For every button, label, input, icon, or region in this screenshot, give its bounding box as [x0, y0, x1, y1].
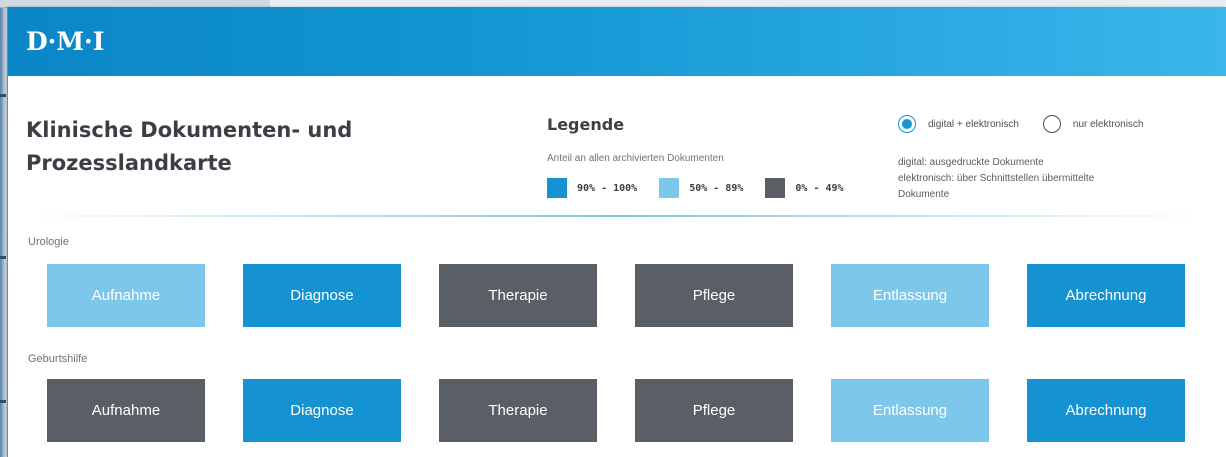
legend-title: Legende — [547, 115, 625, 134]
process-tile-pflege[interactable]: Pflege — [635, 379, 793, 442]
process-tile-diagnose[interactable]: Diagnose — [243, 379, 401, 442]
department-label-urologie: Urologie — [28, 236, 69, 248]
background-edge-mark — [0, 400, 6, 403]
radio-label-nur-elektronisch[interactable]: nur elektronisch — [1073, 119, 1144, 130]
page-title-line-2: Prozesslandkarte — [26, 151, 232, 175]
radio-button-unchecked-icon[interactable] — [1042, 115, 1061, 133]
legend-swatch-mid — [659, 178, 680, 198]
process-tile-therapie[interactable]: Therapie — [439, 379, 597, 442]
filter-explanation: digital: ausgedruckte Dokumente elektron… — [898, 155, 1198, 203]
page-title: Klinische Dokumenten- und Prozesslandkar… — [26, 114, 466, 180]
radio-label-digital-elektronisch[interactable]: digital + elektronisch — [928, 119, 1019, 130]
process-tile-therapie[interactable]: Therapie — [439, 264, 597, 327]
legend-swatch-high — [547, 178, 567, 198]
legend-label-low: 0% - 49% — [795, 182, 844, 194]
legend: 90% - 100% 50% - 89% 0% - 49% — [547, 177, 844, 199]
app-logo: D·M·I — [26, 27, 105, 56]
process-tile-entlassung[interactable]: Entlassung — [831, 264, 989, 327]
process-tile-aufnahme[interactable]: Aufnahme — [47, 379, 205, 442]
process-row-urologie: Aufnahme Diagnose Therapie Pflege Entlas… — [47, 264, 1185, 327]
legend-label-high: 90% - 100% — [577, 182, 638, 194]
legend-item-high: 90% - 100% — [547, 178, 637, 198]
process-tile-entlassung[interactable]: Entlassung — [831, 379, 989, 442]
radio-option-digital-elektronisch[interactable]: digital + elektronisch — [898, 115, 1019, 133]
header-divider — [26, 215, 1206, 217]
department-label-geburtshilfe: Geburtshilfe — [28, 353, 88, 365]
process-tile-pflege[interactable]: Pflege — [635, 264, 793, 327]
process-row-geburtshilfe: Aufnahme Diagnose Therapie Pflege Entlas… — [47, 379, 1185, 442]
process-tile-diagnose[interactable]: Diagnose — [243, 264, 401, 327]
background-edge-mark — [0, 94, 6, 97]
process-tile-abrechnung[interactable]: Abrechnung — [1027, 264, 1185, 327]
radio-button-checked-icon[interactable] — [898, 115, 916, 133]
legend-swatch-low — [765, 178, 786, 198]
legend-label-mid: 50% - 89% — [689, 182, 744, 194]
legend-item-mid: 50% - 89% — [659, 178, 743, 198]
header-bar: D·M·I — [8, 7, 1226, 76]
page-title-line-1: Klinische Dokumenten- und — [26, 118, 353, 142]
process-tile-abrechnung[interactable]: Abrechnung — [1027, 379, 1185, 442]
filter-note-elektronisch-cont: Dokumente — [898, 189, 950, 200]
legend-subtitle: Anteil an allen archivierten Dokumenten — [547, 153, 724, 164]
background-edge-mark — [0, 256, 6, 259]
legend-item-low: 0% - 49% — [765, 178, 844, 198]
process-tile-aufnahme[interactable]: Aufnahme — [47, 264, 205, 327]
background-window-edge — [0, 8, 6, 457]
filter-note-elektronisch: elektronisch: über Schnittstellen übermi… — [898, 173, 1095, 184]
radio-option-nur-elektronisch[interactable]: nur elektronisch — [1042, 115, 1144, 133]
document-type-filter: digital + elektronisch nur elektronisch — [898, 115, 1143, 133]
app-window: D·M·I Klinische Dokumenten- und Prozessl… — [7, 7, 1226, 457]
filter-note-digital: digital: ausgedruckte Dokumente — [898, 157, 1044, 168]
